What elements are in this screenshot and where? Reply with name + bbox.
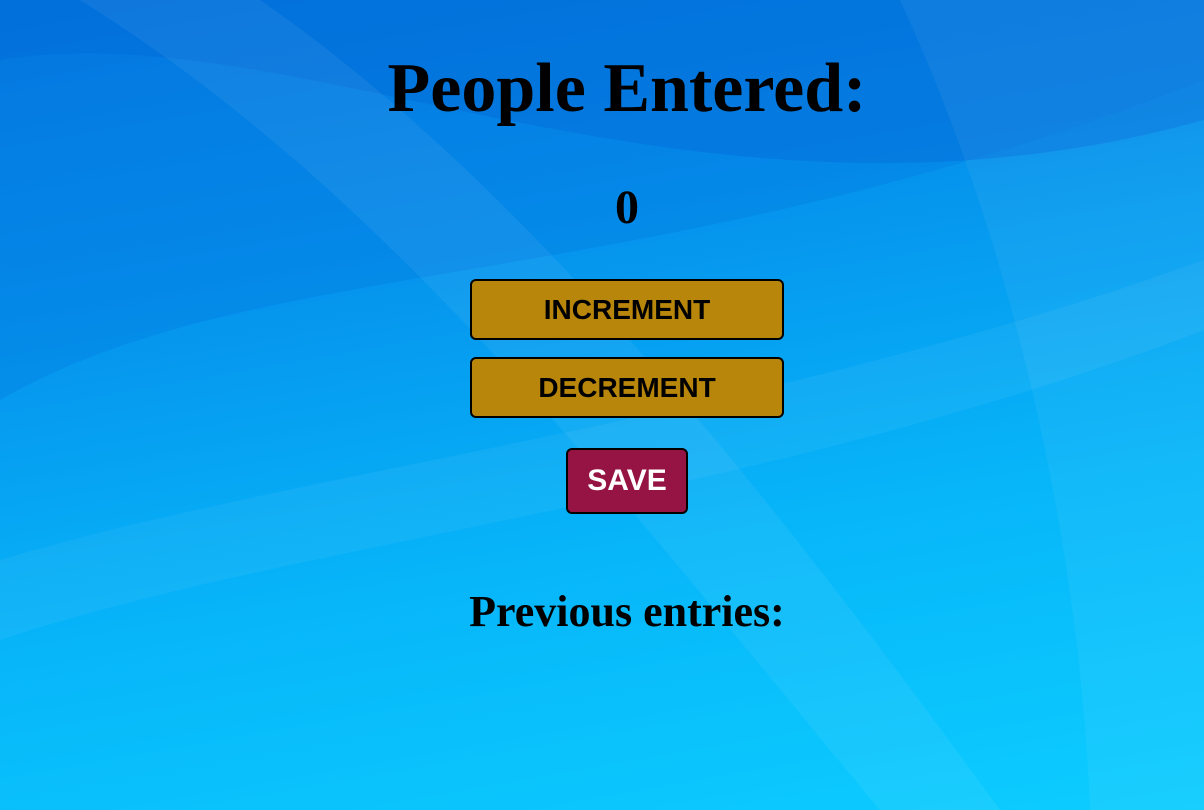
page-title: People Entered: bbox=[387, 50, 867, 127]
people-count: 0 bbox=[615, 181, 639, 234]
save-button[interactable]: SAVE bbox=[566, 448, 688, 514]
decrement-button[interactable]: DECREMENT bbox=[470, 357, 784, 418]
increment-button[interactable]: INCREMENT bbox=[470, 279, 784, 340]
counter-page: People Entered: 0 INCREMENT DECREMENT SA… bbox=[0, 0, 1204, 810]
previous-entries-heading: Previous entries: bbox=[469, 587, 785, 636]
